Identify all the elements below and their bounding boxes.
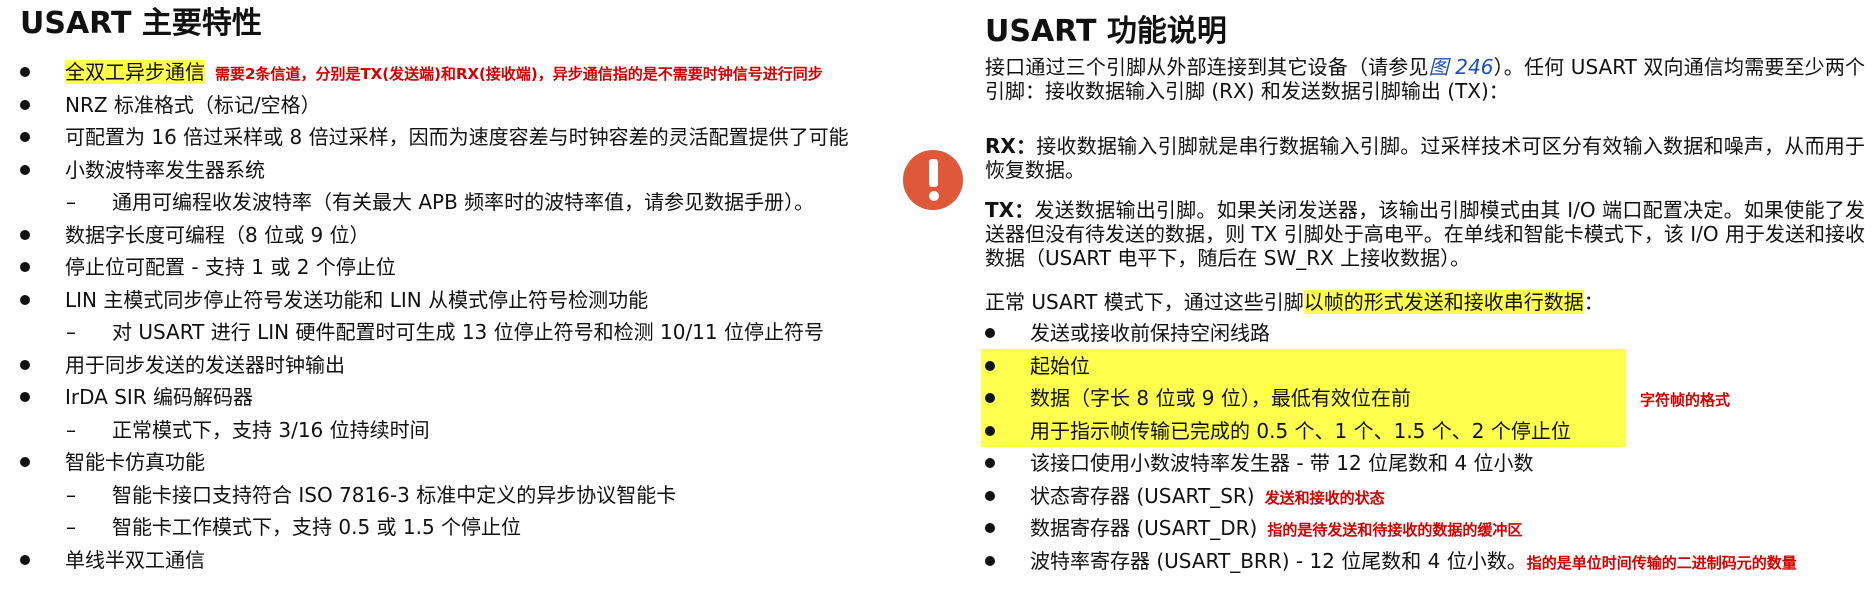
- bullet-icon: [985, 360, 995, 371]
- bullet-icon: [985, 555, 995, 566]
- list-item-text: 状态寄存器 (USART_SR): [1030, 483, 1255, 508]
- rx-text: 接收数据输入引脚就是串行数据输入引脚。过采样技术可区分有效输入数据和噪声，从而用…: [985, 134, 1866, 182]
- highlighted-text: 全双工异步通信: [65, 60, 205, 84]
- list-item-text: 智能卡仿真功能: [65, 450, 205, 474]
- list-item-text: 起始位: [1030, 353, 1090, 378]
- list-item-text: IrDA SIR 编码解码器: [65, 385, 254, 409]
- normal-text: 正常 USART 模式下，通过这些引脚: [985, 290, 1304, 314]
- bullet-icon: [20, 67, 30, 77]
- features-title: USART 主要特性: [20, 6, 262, 41]
- list-item-text: 数据寄存器 (USART_DR): [1030, 516, 1258, 540]
- bullet-icon: [20, 294, 30, 305]
- annotation-note: 指的是待发送和待接收的数据的缓冲区: [1267, 521, 1523, 539]
- highlighted-text: 以帧的形式发送和接收串行数据: [1303, 290, 1584, 314]
- function-title: USART 功能说明: [985, 14, 1227, 49]
- bullet-icon: [20, 262, 30, 272]
- list-item-text: 智能卡接口支持符合 ISO 7816-3 标准中定义的异步协议智能卡: [112, 482, 677, 507]
- dash-icon: –: [66, 320, 76, 344]
- figure-link[interactable]: 图 246: [1429, 55, 1494, 79]
- list-item-text: 数据字长度可编程（8 位或 9 位）: [65, 222, 370, 247]
- bullet-icon: [985, 523, 995, 533]
- list-item-text: 对 USART 进行 LIN 硬件配置时可生成 13 位停止符号和检测 10/1…: [112, 320, 824, 344]
- bullet-icon: [985, 393, 995, 403]
- intro-paragraph: 接口通过三个引脚从外部连接到其它设备（请参见图 246）。任何 USART 双向…: [985, 55, 1865, 103]
- list-item-text: 用于指示帧传输已完成的 0.5 个、1 个、1.5 个、2 个停止位: [1030, 418, 1571, 443]
- bullet-icon: [20, 554, 30, 565]
- annotation-note: 指的是单位时间传输的二进制码元的数量: [1526, 553, 1797, 572]
- list-item-text: 发送或接收前保持空闲线路: [1030, 321, 1270, 345]
- bullet-icon: [20, 132, 30, 142]
- dash-icon: –: [66, 482, 76, 507]
- bullet-icon: [985, 328, 995, 338]
- list-item-text: 正常模式下，支持 3/16 位持续时间: [112, 417, 430, 442]
- frame-format-note: 字符帧的格式: [1640, 391, 1731, 409]
- bullet-icon: [985, 490, 995, 501]
- exclamation-bar: [929, 159, 938, 187]
- bullet-icon: [20, 229, 30, 240]
- list-item-text: 用于同步发送的发送器时钟输出: [65, 352, 345, 377]
- exclamation-circle-icon: [903, 150, 963, 210]
- bullet-icon: [20, 99, 30, 110]
- list-item-text: LIN 主模式同步停止符号发送功能和 LIN 从模式停止符号检测功能: [65, 287, 649, 312]
- list-item-text: 可配置为 16 倍过采样或 8 倍过采样，因而为速度容差与时钟容差的灵活配置提供…: [65, 125, 849, 149]
- list-item-text: 小数波特率发生器系统: [65, 157, 265, 182]
- intro-text: 接口通过三个引脚从外部连接到其它设备（请参见: [985, 55, 1429, 79]
- dash-icon: –: [66, 190, 76, 214]
- normal-mode-paragraph: 正常 USART 模式下，通过这些引脚以帧的形式发送和接收串行数据：: [985, 290, 1865, 314]
- bullet-icon: [985, 458, 995, 468]
- normal-text: ：: [1583, 290, 1604, 314]
- bullet-icon: [20, 457, 30, 467]
- bullet-icon: [20, 359, 30, 370]
- bullet-icon: [20, 392, 30, 402]
- list-item-text: NRZ 标准格式（标记/空格）: [65, 92, 321, 117]
- dash-icon: –: [66, 417, 76, 442]
- bullet-icon: [20, 164, 30, 175]
- dash-icon: –: [66, 515, 76, 539]
- list-item-text: 停止位可配置 - 支持 1 或 2 个停止位: [65, 255, 396, 279]
- exclamation-dot: [928, 191, 939, 201]
- tx-paragraph: TX：发送数据输出引脚。如果关闭发送器，该输出引脚模式由其 I/O 端口配置决定…: [985, 198, 1865, 270]
- annotation-note: 需要2条信道，分别是TX(发送端)和RX(接收端)，异步通信指的是不需要时钟信号…: [215, 65, 823, 83]
- rx-paragraph: RX：接收数据输入引脚就是串行数据输入引脚。过采样技术可区分有效输入数据和噪声，…: [985, 134, 1865, 182]
- bullet-icon: [985, 425, 995, 436]
- tx-text: 发送数据输出引脚。如果关闭发送器，该输出引脚模式由其 I/O 端口配置决定。如果…: [985, 198, 1865, 270]
- list-item-text: 智能卡工作模式下，支持 0.5 或 1.5 个停止位: [112, 515, 522, 539]
- tx-label: TX：: [985, 198, 1035, 222]
- list-item-text: 该接口使用小数波特率发生器 - 带 12 位尾数和 4 位小数: [1030, 451, 1534, 475]
- list-item-text: 数据（字长 8 位或 9 位），最低有效位在前: [1030, 386, 1411, 410]
- list-item-text: 波特率寄存器 (USART_BRR) - 12 位尾数和 4 位小数。: [1030, 548, 1527, 573]
- rx-label: RX：: [985, 134, 1037, 158]
- list-item-text: 单线半双工通信: [65, 547, 205, 572]
- annotation-note: 发送和接收的状态: [1264, 488, 1385, 507]
- list-item-text: 通用可编程收发波特率（有关最大 APB 频率时的波特率值，请参见数据手册）。: [112, 190, 815, 214]
